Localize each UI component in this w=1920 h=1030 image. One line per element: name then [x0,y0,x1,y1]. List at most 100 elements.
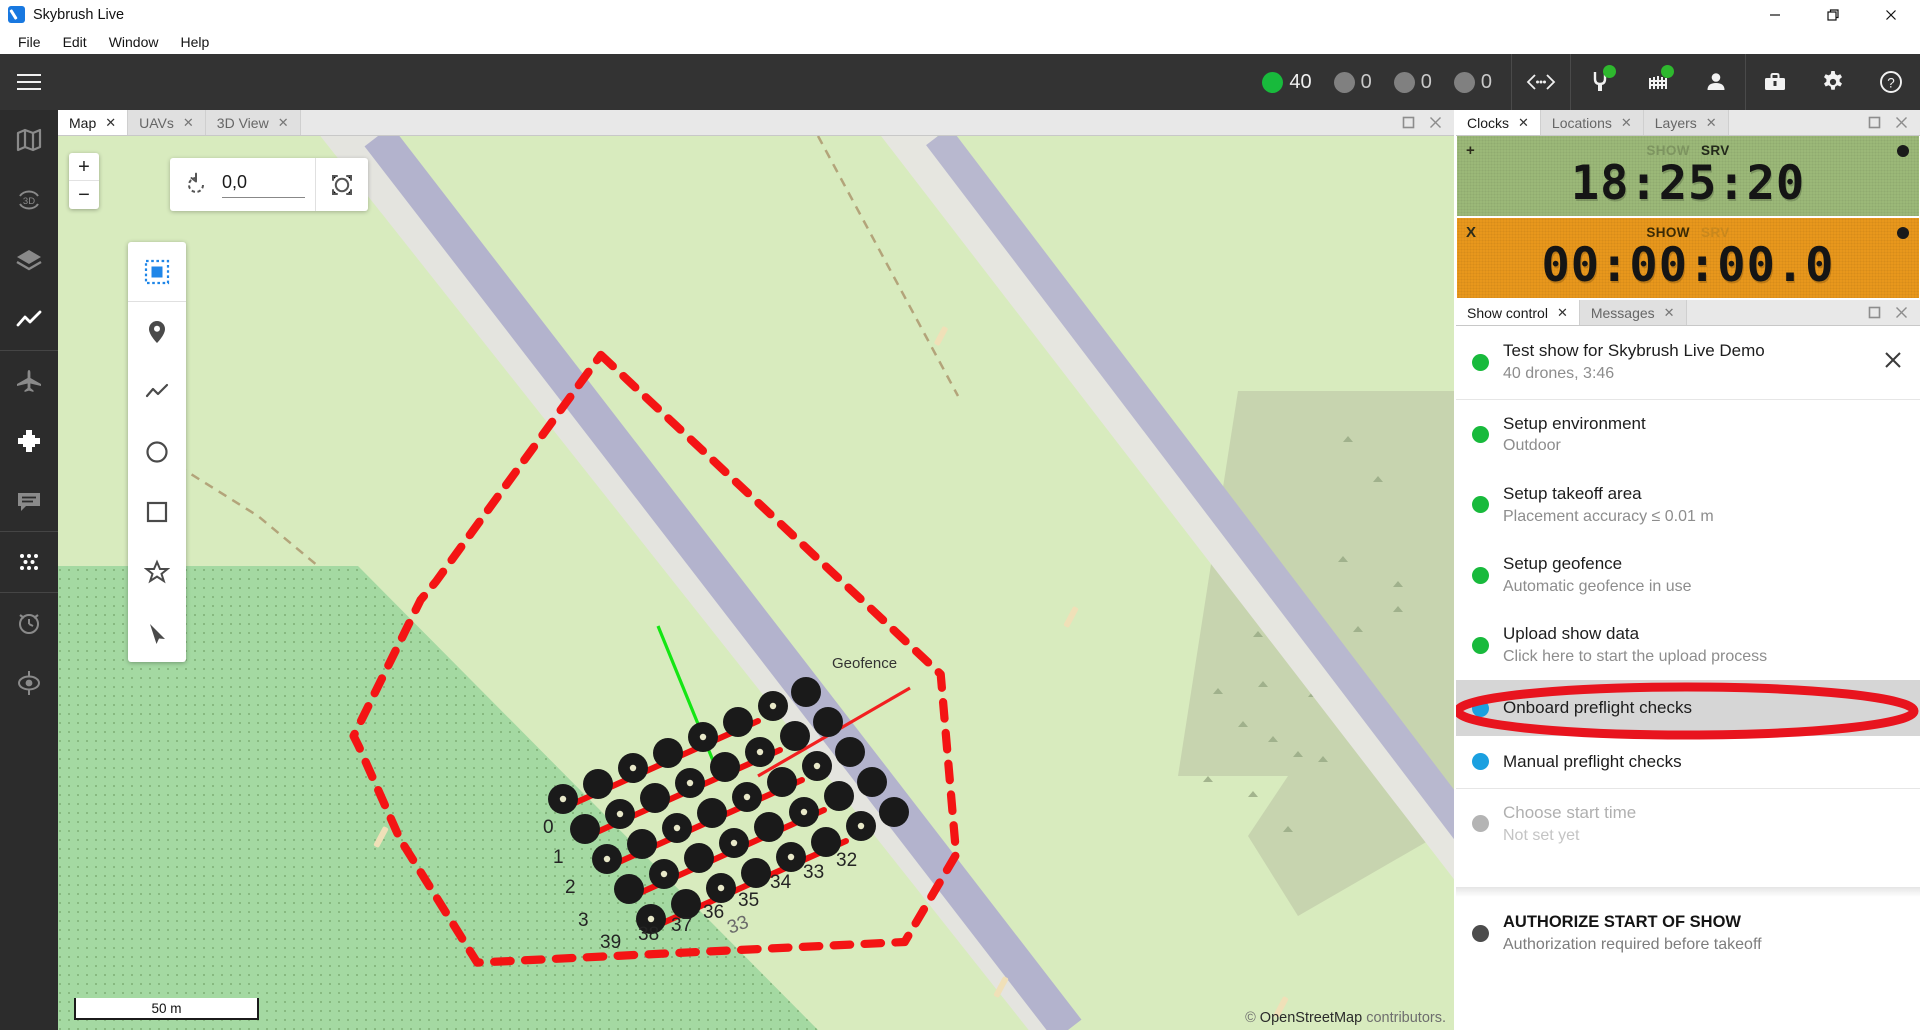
sidebar-item-uavs[interactable] [0,351,58,411]
draw-polygon-tool[interactable] [128,542,186,602]
step-setup-geofence[interactable]: Setup geofence Automatic geofence in use [1456,540,1920,610]
step-setup-environment[interactable]: Setup environment Outdoor [1456,400,1920,470]
select-tool[interactable] [128,242,186,302]
menu-edit[interactable]: Edit [52,31,98,53]
maximize-button[interactable] [1804,0,1862,29]
fence-icon[interactable] [1629,54,1687,110]
count-group-error[interactable]: 0 [1383,71,1443,94]
close-panel-icon[interactable] [1895,306,1908,319]
count-group-warning[interactable]: 0 [1323,71,1383,94]
authorize-status-dot [1472,925,1489,943]
status-dot-ok [1262,71,1284,93]
status-count-warning: 0 [1360,70,1372,93]
tab-uavs-close-icon[interactable]: ✕ [183,116,194,129]
add-marker-tool[interactable] [128,302,186,362]
map-scale-label: 50 m [151,1000,182,1016]
tab-messages[interactable]: Messages ✕ [1579,300,1687,325]
step-choose-start-time[interactable]: Choose start time Not set yet [1456,787,1920,859]
sidebar-item-chart[interactable] [0,290,58,350]
step-title: Setup geofence [1503,553,1623,573]
tab-3d-view-close-icon[interactable]: ✕ [278,116,289,129]
attribution-link[interactable]: OpenStreetMap [1260,1010,1362,1026]
plug-icon[interactable] [1571,54,1629,110]
step-setup-takeoff-area[interactable]: Setup takeoff area Placement accuracy ≤ … [1456,470,1920,540]
step-title: Choose start time [1503,802,1637,822]
person-icon[interactable] [1687,54,1745,110]
geofence-label: Geofence [832,655,898,672]
step-text: Setup environment Outdoor [1503,412,1646,458]
briefcase-icon[interactable] [1746,54,1804,110]
step-upload-show-data[interactable]: Upload show data Click here to start the… [1456,610,1920,680]
draw-path-tool[interactable] [128,362,186,422]
step-text: Upload show data Click here to start the… [1503,622,1767,668]
svg-text:32: 32 [836,850,857,871]
tab-show-control[interactable]: Show control ✕ [1456,300,1580,325]
help-icon[interactable]: ? [1862,54,1920,110]
tab-layers-close-icon[interactable]: ✕ [1706,116,1717,129]
tab-clocks-close-icon[interactable]: ✕ [1518,116,1529,129]
step-subtitle: Not set yet [1503,826,1580,844]
draw-rectangle-tool[interactable] [128,482,186,542]
tab-3d-view[interactable]: 3D View ✕ [205,110,301,135]
sidebar-item-show-control[interactable] [0,532,58,592]
gear-icon[interactable] [1804,54,1862,110]
show-clock[interactable]: X SHOW SRV 00:00:00.0 [1457,218,1919,298]
pan-tool[interactable] [128,602,186,662]
server-clock[interactable]: + SHOW SRV 18:25:20 [1457,136,1919,216]
tab-layers[interactable]: Layers ✕ [1643,110,1729,135]
hamburger-menu-icon[interactable] [0,54,58,110]
maximize-panel-icon[interactable] [1868,306,1881,319]
sidebar-item-drone-control[interactable] [0,411,58,471]
map-graphics: 01 23 39 38 3736 3534 3332 33 [58,136,1454,1030]
zoom-out-button[interactable]: − [69,181,99,209]
step-manual-preflight-checks[interactable]: Manual preflight checks [1456,736,1920,788]
map-canvas[interactable]: 01 23 39 38 37 36 35 34 33 32 33 Geofence + … [58,136,1454,1030]
close-panel-icon[interactable] [1895,116,1908,129]
tab-map[interactable]: Map ✕ [58,110,129,135]
svg-text:37: 37 [671,915,692,936]
clear-show-close-icon[interactable] [1878,349,1908,376]
sidebar-item-clocks[interactable] [0,593,58,653]
sidebar-item-three-d-view[interactable]: 3D [0,170,58,230]
close-button[interactable] [1862,0,1920,29]
step-onboard-preflight-checks[interactable]: Onboard preflight checks [1456,680,1920,740]
menu-file[interactable]: File [7,31,52,53]
show-control-panel: Show control ✕ Messages ✕ Test show for … [1456,300,1920,1030]
maximize-panel-icon[interactable] [1868,116,1881,129]
tab-uavs[interactable]: UAVs ✕ [128,110,206,135]
sidebar-item-map[interactable] [0,110,58,170]
tab-clocks-label: Clocks [1467,114,1510,131]
step-title: Onboard preflight checks [1503,698,1692,718]
maximize-panel-icon[interactable] [1402,116,1415,129]
tab-clocks[interactable]: Clocks ✕ [1456,110,1541,135]
svg-text:3D: 3D [23,196,35,207]
authorize-start-of-show-row[interactable]: AUTHORIZE START OF SHOW Authorization re… [1456,897,1920,968]
tab-messages-label: Messages [1590,304,1655,321]
draw-circle-tool[interactable] [128,422,186,482]
svg-text:35: 35 [738,890,759,911]
tab-map-close-icon[interactable]: ✕ [105,116,116,129]
rotation-value: 0,0 [222,172,305,198]
sidebar-item-layers[interactable] [0,230,58,290]
rotation-input[interactable]: 0,0 [222,172,315,198]
sidebar-item-locations[interactable] [0,653,58,713]
show-summary-row[interactable]: Test show for Skybrush Live Demo 40 dron… [1456,326,1920,400]
menu-window[interactable]: Window [98,31,170,53]
tab-messages-close-icon[interactable]: ✕ [1664,306,1675,319]
count-group-ok[interactable]: 40 [1251,71,1322,94]
fit-to-view-icon[interactable] [316,158,368,211]
tab-locations[interactable]: Locations ✕ [1540,110,1644,135]
tab-show-control-close-icon[interactable]: ✕ [1557,306,1568,319]
sidebar-item-messages[interactable] [0,471,58,531]
menu-help[interactable]: Help [169,31,220,53]
count-group-critical[interactable]: 0 [1443,71,1503,94]
minimize-button[interactable] [1746,0,1804,29]
connection-icon[interactable] [1512,54,1570,110]
tab-locations-close-icon[interactable]: ✕ [1621,116,1632,129]
step-title: Manual preflight checks [1503,752,1682,772]
rotate-reset-icon[interactable] [170,158,222,211]
map-scale-bar: 50 m [74,998,259,1020]
zoom-in-button[interactable]: + [69,153,99,181]
close-panel-icon[interactable] [1429,116,1442,129]
attribution-rest: contributors. [1366,1010,1446,1026]
